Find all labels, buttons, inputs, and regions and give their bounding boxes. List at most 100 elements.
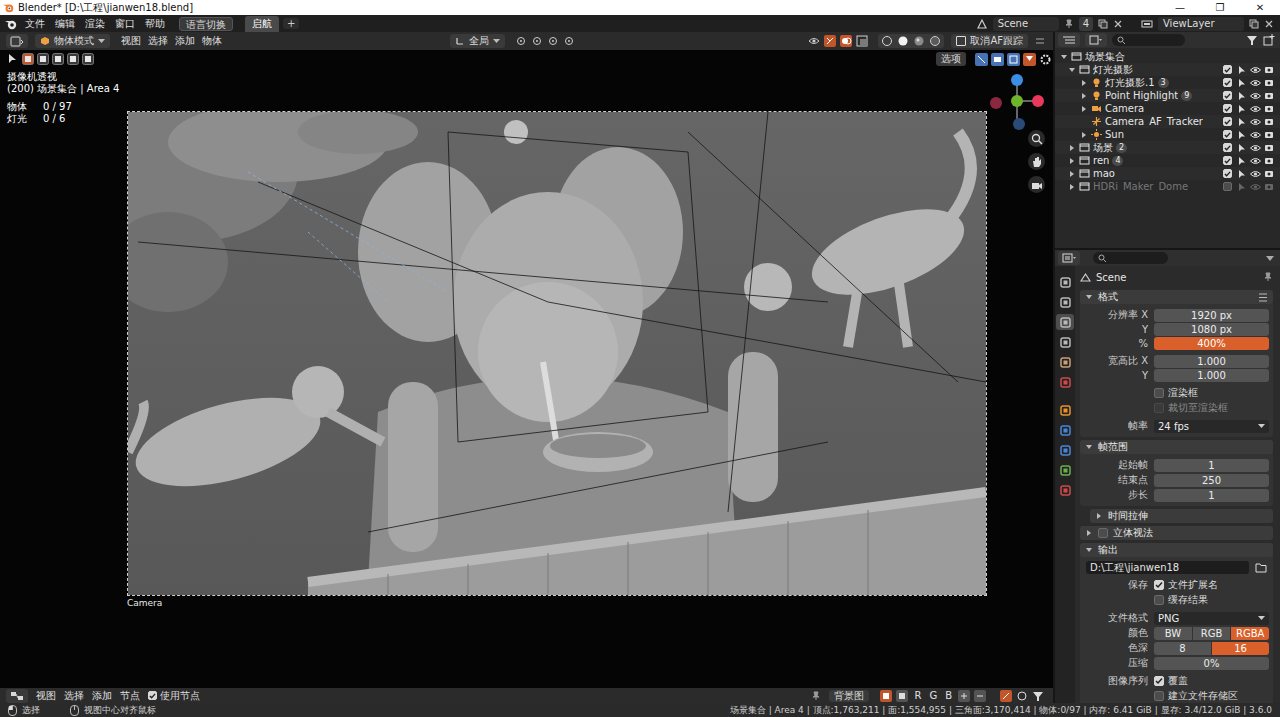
menu-item[interactable]: 渲染 bbox=[85, 17, 105, 31]
checkbox[interactable] bbox=[1154, 691, 1164, 701]
delete-layer-icon[interactable] bbox=[1264, 19, 1274, 29]
mode-dropdown[interactable]: 物体模式 bbox=[35, 34, 110, 48]
render-camera-icon[interactable] bbox=[1264, 78, 1274, 88]
selectable-icon[interactable] bbox=[1237, 78, 1247, 88]
render-camera-icon[interactable] bbox=[1264, 130, 1274, 140]
pin-icon[interactable] bbox=[1064, 19, 1074, 29]
window-control-button[interactable]: ✕ bbox=[1240, 0, 1280, 15]
header-menu-icon[interactable] bbox=[1035, 36, 1045, 46]
backdrop-button[interactable]: 背景图 bbox=[829, 690, 869, 702]
exclude-checkbox[interactable] bbox=[1223, 182, 1232, 191]
render-region-icon[interactable] bbox=[1007, 53, 1020, 66]
checkbox-field[interactable]: 缓存结果 bbox=[1154, 593, 1269, 607]
copy-layer-icon[interactable] bbox=[1249, 19, 1259, 29]
checkbox[interactable] bbox=[1154, 676, 1164, 686]
checkbox-field[interactable]: 文件扩展名 bbox=[1154, 578, 1269, 592]
viewport-menu-item[interactable]: 物体 bbox=[202, 34, 222, 48]
properties-tab[interactable] bbox=[1056, 462, 1074, 478]
dropdown-field[interactable]: 24 fps bbox=[1154, 420, 1269, 433]
render-camera-icon[interactable] bbox=[1264, 65, 1274, 75]
filter-icon[interactable] bbox=[1246, 34, 1258, 46]
pin-icon[interactable] bbox=[811, 691, 821, 701]
checkbox[interactable] bbox=[1154, 388, 1164, 398]
eye-icon[interactable] bbox=[1250, 78, 1261, 88]
expand-arrow-icon[interactable] bbox=[1068, 66, 1076, 74]
gizmo-toggle-icon[interactable] bbox=[824, 35, 836, 47]
options-button[interactable]: 选项 bbox=[936, 52, 966, 66]
selectable-icon[interactable] bbox=[1237, 156, 1247, 166]
properties-tab[interactable] bbox=[1056, 354, 1074, 370]
new-collection-icon[interactable] bbox=[1263, 34, 1275, 46]
outliner-item[interactable]: Camera bbox=[1055, 102, 1280, 115]
render-camera-icon[interactable] bbox=[1264, 117, 1274, 127]
node-menu-item[interactable]: 添加 bbox=[92, 689, 112, 703]
number-field[interactable]: 250 bbox=[1154, 474, 1269, 487]
eye-icon[interactable] bbox=[1250, 104, 1261, 114]
folder-icon[interactable] bbox=[1255, 562, 1267, 573]
outliner-item[interactable]: mao bbox=[1055, 167, 1280, 180]
expand-arrow-icon[interactable] bbox=[1068, 157, 1076, 165]
panel-header[interactable]: 输出 bbox=[1080, 543, 1273, 557]
tool-icon[interactable] bbox=[531, 35, 543, 47]
selectable-icon[interactable] bbox=[1237, 65, 1247, 75]
overlay-icon[interactable] bbox=[1016, 690, 1028, 702]
exclude-checkbox[interactable] bbox=[1223, 169, 1232, 178]
select-mode-icon[interactable] bbox=[82, 53, 94, 65]
viewport-menu-item[interactable]: 选择 bbox=[148, 34, 168, 48]
select-mode-icon[interactable] bbox=[67, 53, 79, 65]
color-alpha-icon[interactable] bbox=[880, 690, 892, 702]
checkbox-field[interactable]: 建立文件存储区 bbox=[1154, 689, 1269, 703]
editor-type-button[interactable] bbox=[1058, 251, 1080, 265]
properties-tab[interactable] bbox=[1056, 294, 1074, 310]
scene-users-count[interactable]: 4 bbox=[1079, 17, 1093, 31]
add-workspace-button[interactable]: + bbox=[283, 18, 299, 29]
exclude-checkbox[interactable] bbox=[1223, 117, 1232, 126]
selectable-icon[interactable] bbox=[1237, 104, 1247, 114]
view-layer-icon[interactable] bbox=[1141, 18, 1153, 30]
pin-icon[interactable] bbox=[1263, 272, 1273, 282]
outliner-item[interactable]: 场景2 bbox=[1055, 141, 1280, 154]
filter-icon[interactable] bbox=[1032, 690, 1044, 702]
selectable-icon[interactable] bbox=[1237, 117, 1247, 127]
display-mode-button[interactable] bbox=[1085, 33, 1107, 47]
panel-arrow-icon[interactable] bbox=[1085, 443, 1093, 451]
number-field[interactable]: 1080 px bbox=[1154, 323, 1269, 336]
language-button[interactable]: 语言切换 bbox=[179, 17, 233, 31]
options-dropdown-icon[interactable] bbox=[1265, 253, 1275, 263]
eye-icon[interactable] bbox=[1250, 65, 1261, 75]
menu-item[interactable]: 帮助 bbox=[145, 17, 165, 31]
render-camera-icon[interactable] bbox=[1264, 182, 1274, 192]
editor-type-button[interactable] bbox=[1058, 33, 1080, 47]
outliner-item[interactable]: Sun bbox=[1055, 128, 1280, 141]
visibility-icon[interactable] bbox=[808, 35, 820, 47]
wireframe-shading-icon[interactable] bbox=[881, 35, 893, 47]
outliner-item[interactable]: Point Highlight9 bbox=[1055, 89, 1280, 102]
checkbox[interactable] bbox=[148, 691, 157, 700]
eye-icon[interactable] bbox=[1250, 169, 1261, 179]
gizmo-icon[interactable] bbox=[1000, 690, 1012, 702]
window-control-button[interactable]: ❐ bbox=[1200, 0, 1240, 15]
number-field[interactable]: 1 bbox=[1154, 489, 1269, 502]
panel-header[interactable]: 立体视法 bbox=[1080, 526, 1273, 540]
view-layer-field[interactable]: ViewLayer bbox=[1158, 17, 1244, 31]
panel-header[interactable]: 格式 bbox=[1080, 290, 1273, 304]
panel-header[interactable]: 时间拉伸 bbox=[1090, 509, 1273, 523]
dropdown-field[interactable]: PNG bbox=[1154, 612, 1269, 625]
outliner-root[interactable]: 场景集合 bbox=[1055, 50, 1280, 63]
channel-toggle[interactable]: B bbox=[943, 690, 954, 701]
tool-icon[interactable] bbox=[515, 35, 527, 47]
render-camera-icon[interactable] bbox=[1264, 169, 1274, 179]
selectable-icon[interactable] bbox=[1237, 91, 1247, 101]
workspace-tab[interactable]: 启航 bbox=[245, 16, 279, 32]
eye-icon[interactable] bbox=[1250, 156, 1261, 166]
zoom-button[interactable] bbox=[1028, 130, 1045, 147]
menu-item[interactable]: 窗口 bbox=[115, 17, 135, 31]
number-field[interactable]: 1920 px bbox=[1154, 309, 1269, 322]
overlay-toggle-icon[interactable] bbox=[840, 35, 852, 47]
number-field[interactable]: 1.000 bbox=[1154, 369, 1269, 382]
menu-item[interactable]: 文件 bbox=[25, 17, 45, 31]
viewport-menu-item[interactable]: 视图 bbox=[121, 34, 141, 48]
number-field[interactable]: 1.000 bbox=[1154, 355, 1269, 368]
panel-checkbox[interactable] bbox=[1098, 528, 1108, 538]
scene-icon[interactable] bbox=[976, 18, 988, 30]
